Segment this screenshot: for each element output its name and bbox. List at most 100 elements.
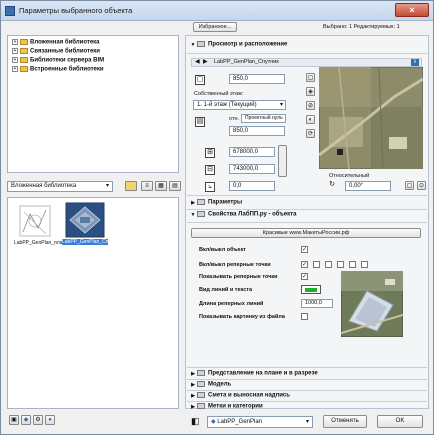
library-select[interactable]: Вложенная библиотека ▾	[7, 181, 113, 192]
object-name-bar: ◀ ▶ LabPP_GenPlan_Спутник i	[191, 58, 422, 67]
section-title: Представление на плане и в разрезе	[208, 370, 318, 377]
callout-icon	[197, 392, 205, 398]
y-field[interactable]: 743000,0	[229, 164, 275, 174]
ref-points-checkbox-1[interactable]: ✓	[301, 261, 308, 268]
settings-icon[interactable]: ⚙	[33, 415, 43, 425]
color-swatch-fill	[305, 288, 317, 292]
section-callout[interactable]: ▶ Смета и выносная надпись	[189, 392, 429, 401]
tree-item-label: Связанные библиотеки	[30, 48, 100, 55]
show-ref-points-checkbox[interactable]: ✓	[301, 273, 308, 280]
layer-value: LabPP_GenPlan	[217, 419, 262, 425]
view-position-icon	[197, 41, 205, 47]
tree-item-linked[interactable]: + Связанные библиотеки	[12, 48, 100, 56]
angle-value: 0,0	[233, 183, 242, 189]
section-parameters[interactable]: ▶ Параметры	[189, 199, 429, 208]
ref-line-length-field[interactable]: 1000,0	[301, 299, 333, 308]
ref-points-checkbox-4[interactable]	[337, 261, 344, 268]
section-properties[interactable]: ▼ Свойства ЛабПП.ру - объекта	[189, 211, 429, 220]
section-title: Свойства ЛабПП.ру - объекта	[208, 211, 297, 218]
z-value: 850,0	[233, 128, 249, 134]
tree-item-label: Вложенная библиотека	[30, 39, 100, 46]
app-icon	[5, 6, 15, 16]
folder-icon	[20, 39, 28, 45]
expand-triangle-icon: ▶	[191, 199, 195, 206]
globe-icon[interactable]: ●	[45, 415, 55, 425]
ref-points-checkbox-2[interactable]	[313, 261, 320, 268]
satellite-thumbnail-icon	[65, 202, 105, 238]
layer-select[interactable]: ◆ LabPP_GenPlan ▾	[207, 416, 313, 428]
relative-label: Относительный	[329, 173, 370, 179]
line-color-swatch[interactable]	[301, 285, 321, 294]
view-details-icon[interactable]: ▤	[169, 181, 181, 191]
library-item-satellite[interactable]: LabPP_GenPlan_Спутник	[60, 200, 121, 258]
chevron-down-icon: ▾	[305, 419, 309, 425]
ref-points-checkbox-6[interactable]	[361, 261, 368, 268]
toggle-ref-points-label: Вкл/выкл реперные точки	[199, 262, 271, 268]
library-manager-icon[interactable]: ◆	[21, 415, 31, 425]
chevron-down-icon: ▾	[105, 183, 109, 189]
section-view-position[interactable]: ▼ Просмотр и расположение	[189, 41, 429, 50]
next-arrow-icon[interactable]: ▶	[203, 59, 208, 66]
section-title: Просмотр и расположение	[208, 41, 288, 48]
tree-item-bim-server[interactable]: + Библиотеки сервера BIM	[12, 57, 104, 65]
x-coordinate-icon: ⊞	[205, 148, 215, 158]
ref-points-checkbox-3[interactable]	[325, 261, 332, 268]
x-field[interactable]: 678000,0	[229, 147, 275, 157]
folder-icon	[20, 66, 28, 72]
prev-arrow-icon[interactable]: ◀	[195, 59, 200, 66]
coord-lock-bracket[interactable]	[278, 145, 287, 177]
preview-rotate-icon[interactable]: ⟳	[306, 129, 315, 138]
tags-icon	[197, 403, 205, 409]
view-grid-icon[interactable]: ▦	[155, 181, 167, 191]
section-plan-section[interactable]: ▶ Представление на плане и в разрезе	[189, 370, 429, 379]
ref-points-checkbox-5[interactable]	[349, 261, 356, 268]
info-icon[interactable]: i	[411, 59, 419, 66]
model-icon	[197, 381, 205, 387]
website-link-button[interactable]: Красивые www.МакетыРоссии.рф	[191, 228, 421, 238]
layer-icon: ◧	[191, 416, 200, 426]
dialog-window: Параметры выбранного объекта × + Вложенна…	[0, 0, 434, 435]
relative-angle-field[interactable]: 0,00°	[345, 181, 391, 191]
section-tags[interactable]: ▶ Метки и категории	[189, 403, 429, 412]
preview-3d-icon[interactable]: ◈	[306, 87, 315, 96]
collapse-triangle-icon: ▼	[190, 211, 196, 218]
view-list-icon[interactable]: ≡	[141, 181, 153, 191]
plan-thumbnail-icon	[19, 205, 51, 237]
tree-item-embedded[interactable]: + Вложенная библиотека	[12, 39, 100, 47]
section-model[interactable]: ▶ Модель	[189, 381, 429, 390]
size-value: 850,0	[233, 76, 249, 82]
rel-label: отн.	[229, 116, 240, 122]
cancel-button[interactable]: Отменить	[323, 415, 367, 428]
size-field[interactable]: 850,0	[229, 74, 285, 84]
mirror-icon[interactable]: ▢	[405, 181, 414, 190]
library-item-plan[interactable]: LabPP_GenPlan_план	[14, 202, 65, 256]
x-value: 678000,0	[233, 149, 259, 155]
selection-info: Выбрано: 1 Редактируемых: 1	[323, 24, 400, 30]
ok-button[interactable]: OK	[377, 415, 423, 428]
tree-item-builtin[interactable]: + Встроенные библиотеки	[12, 66, 104, 74]
ref-line-length-value: 1000,0	[305, 300, 322, 306]
object-name: LabPP_GenPlan_Спутник	[214, 59, 279, 65]
chevron-down-icon: ▾	[279, 102, 283, 108]
preview-elevation-icon[interactable]: ◐	[306, 115, 315, 124]
preview-section-icon[interactable]: ⊘	[306, 101, 315, 110]
show-image-checkbox[interactable]	[301, 313, 308, 320]
favorites-button[interactable]: Избранное...	[193, 22, 237, 32]
preview-square-icon[interactable]: ▢	[306, 73, 315, 82]
layer-icon-small: ◆	[211, 419, 216, 425]
angle-field[interactable]: 0,0	[229, 181, 275, 191]
rel-select[interactable]: Проектный нуль	[241, 114, 286, 123]
folder-up-icon[interactable]	[125, 181, 137, 191]
folder-icon	[20, 48, 28, 54]
close-button[interactable]: ×	[395, 3, 429, 17]
mirror-alt-icon[interactable]: ⊙	[417, 181, 426, 190]
section-title: Смета и выносная надпись	[208, 392, 290, 399]
toggle-object-checkbox[interactable]: ✓	[301, 246, 308, 253]
tree-item-label: Библиотеки сервера BIM	[30, 57, 105, 64]
new-library-icon[interactable]: ▣	[9, 415, 19, 425]
y-value: 743000,0	[233, 166, 259, 172]
title-bar[interactable]: Параметры выбранного объекта ×	[1, 1, 433, 21]
preview-image	[319, 67, 423, 169]
floor-select[interactable]: 1. 1-й этаж (Текущий) ▾	[193, 100, 286, 110]
z-field[interactable]: 850,0	[229, 126, 285, 136]
